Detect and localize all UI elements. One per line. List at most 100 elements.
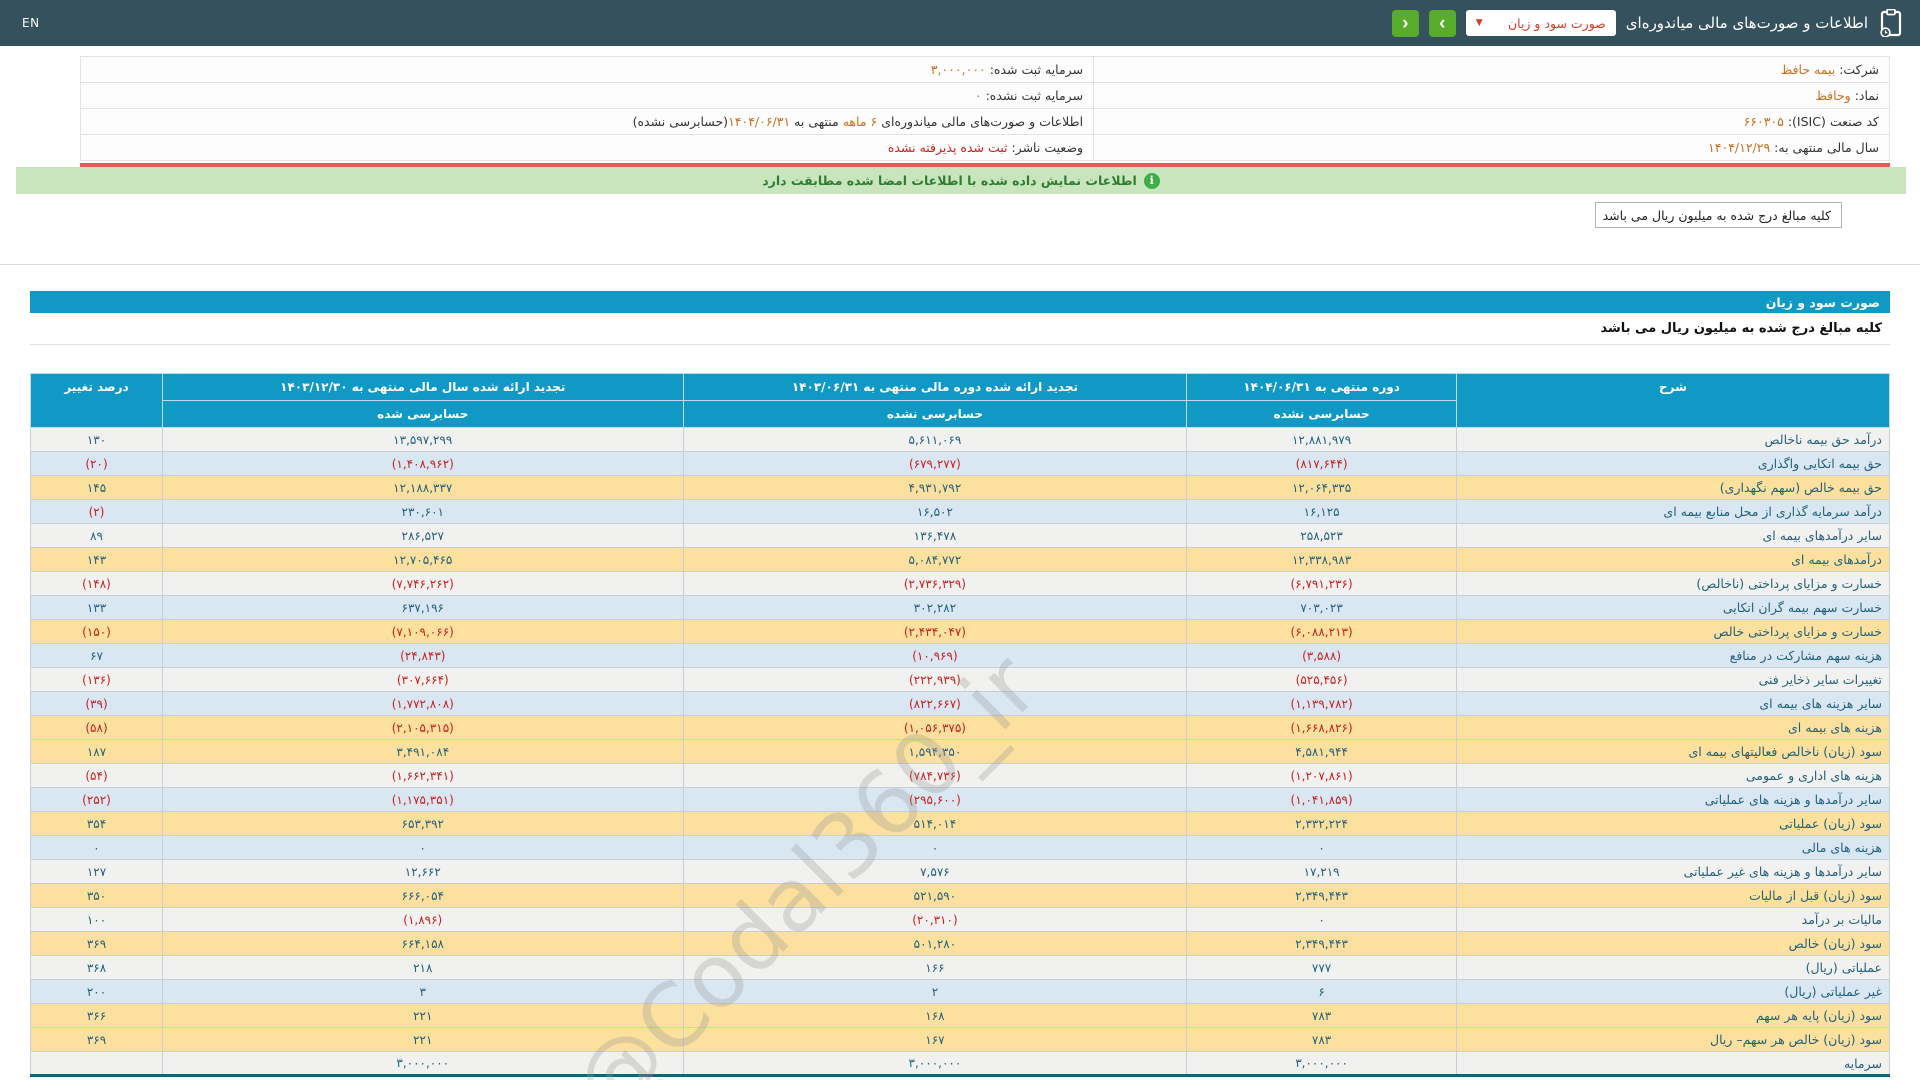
info-label: وضعیت ناشر:: [1007, 140, 1084, 155]
income-statement-table: شرح دوره منتهی به ۱۴۰۴/۰۶/۳۱ تجدید ارائه…: [29, 373, 1891, 1077]
value-cell: ۵,۶۱۱,۰۶۹: [682, 427, 1188, 452]
cell-number: ۳,۰۰۰,۰۰۰: [1295, 1056, 1348, 1070]
signature-notice-text: اطلاعات نمایش داده شده با اطلاعات امضا ش…: [762, 173, 1137, 188]
value-cell: (۱,۸۹۶): [162, 907, 684, 932]
value-cell: (۳۰۷,۶۶۴): [162, 667, 684, 692]
cell-number: ۱۲,۳۳۸,۹۸۳: [1291, 552, 1352, 567]
value-cell: ۱۲,۰۶۴,۳۳۵: [1186, 475, 1457, 500]
row-label: خسارت سهم بیمه گران اتکایی: [1455, 595, 1891, 620]
cell-number: (۷۸۴,۷۳۶): [908, 768, 961, 783]
info-value: ۱۴۰۴/۱۲/۲۹: [1708, 140, 1771, 155]
value-cell: ۲,۳۴۹,۴۴۳: [1186, 931, 1457, 956]
table-row: هزینه های بیمه ای (۱,۶۶۸,۸۲۶) (۱,۰۵۶,۳۷۵) (…: [29, 715, 1891, 740]
percent-change-cell: (۲۰): [29, 451, 164, 476]
cell-number: ۱۳۳: [86, 600, 107, 615]
col-header-description: شرح: [1455, 373, 1891, 428]
row-label: مالیات بر درآمد: [1455, 907, 1891, 932]
cell-number: (۲۴,۸۴۳): [400, 648, 446, 663]
percent-change-cell: [29, 1051, 164, 1076]
row-label: سرمایه: [1455, 1051, 1891, 1076]
value-cell: ۱۳,۵۹۷,۲۹۹: [162, 427, 684, 452]
table-row: سود (زیان) قبل از مالیات ۲,۳۴۹,۴۴۳ ۵۲۱,۵۹۰…: [29, 883, 1891, 908]
company-info-cell: سرمایه ثبت شده: ۳,۰۰۰,۰۰۰: [79, 56, 1095, 83]
income-statement-body: درآمد حق بیمه ناخالص ۱۲,۸۸۱,۹۷۹ ۵,۶۱۱,۰۶۹ ۱…: [29, 427, 1891, 1076]
value-cell: ۵۱۴,۰۱۴: [682, 811, 1188, 836]
value-cell: (۱,۰۵۶,۳۷۵): [682, 715, 1188, 740]
cell-number: (۵۲۵,۴۵۶): [1295, 672, 1348, 687]
cell-number: ۳۰۲,۲۸۲: [913, 600, 957, 615]
previous-report-button[interactable]: ‹: [1391, 9, 1419, 37]
cell-number: (۲۹۵,۶۰۰): [908, 792, 961, 807]
info-icon: i: [1143, 172, 1160, 189]
cell-number: ۳۵۰: [86, 888, 107, 903]
company-info-table: شرکت: بیمه حافظ سرمایه ثبت شده: ۳,۰۰۰,۰۰۰…: [79, 56, 1890, 161]
col-header-percent-change: درصد تغییر: [29, 373, 164, 428]
cell-number: ۳۶۹: [86, 936, 107, 951]
value-cell: ۳,۰۰۰,۰۰۰: [682, 1051, 1188, 1076]
row-label: سایر درآمدها و هزینه های عملیاتی: [1455, 787, 1891, 812]
value-cell: ۱۲,۶۶۲: [162, 859, 684, 884]
info-value: ۰: [974, 88, 982, 103]
value-cell: (۱,۰۴۱,۸۵۹): [1186, 787, 1457, 812]
info-value: ۱۴۰۴/۰۶/۳۱: [728, 114, 791, 129]
table-row: هزینه سهم مشارکت در منافع (۳,۵۸۸) (۱۰,۹۶۹)…: [29, 643, 1891, 668]
row-label: سود (زیان) خالص هر سهم– ریال: [1455, 1027, 1891, 1052]
value-cell: (۸۱۷,۶۴۴): [1186, 451, 1457, 476]
percent-change-cell: ۳۶۸: [29, 955, 164, 980]
row-label: سود (زیان) پایه هر سهم: [1455, 1003, 1891, 1028]
cell-number: (۳۹): [85, 696, 108, 711]
info-label: کد صنعت (ISIC):: [1783, 114, 1879, 129]
table-row: سایر درآمدها و هزینه های غیر عملیاتی ۱۷,۲…: [29, 859, 1891, 884]
row-label: سود (زیان) خالص: [1455, 931, 1891, 956]
row-label: غیر عملیاتی (ریال): [1455, 979, 1891, 1004]
chevron-down-icon: ▼: [1475, 18, 1483, 28]
table-row: حق بیمه خالص (سهم نگهداری) ۱۲,۰۶۴,۳۳۵ ۴,۹۳…: [29, 475, 1891, 500]
cell-number: ۲۵۸,۵۲۳: [1300, 528, 1343, 543]
cell-number: (۲۲۲,۹۳۹): [908, 672, 961, 687]
row-label: درآمد حق بیمه ناخالص: [1455, 427, 1891, 452]
percent-change-cell: (۵۸): [29, 715, 164, 740]
cell-number: ۶۵۳,۳۹۲: [401, 816, 445, 831]
value-cell: ۱۲,۳۳۸,۹۸۳: [1186, 547, 1457, 572]
row-label: سود (زیان) ناخالص فعالیتهای بیمه ای: [1455, 739, 1891, 764]
next-report-button[interactable]: ›: [1428, 9, 1456, 37]
cell-number: ۱۲,۷۰۵,۴۶۵: [393, 552, 453, 567]
unit-note-box: کلیه مبالغ درج شده به میلیون ریال می باش…: [1595, 202, 1842, 228]
value-cell: (۲,۱۰۵,۳۱۵): [162, 715, 684, 740]
value-cell: ۰: [1186, 835, 1457, 860]
statement-unit-note: کلیه مبالغ درج شده به میلیون ریال می باش…: [30, 313, 1890, 345]
cell-number: ۶: [1318, 984, 1325, 999]
table-row: درآمدهای بیمه ای ۱۲,۳۳۸,۹۸۳ ۵,۰۸۴,۷۷۲ ۱۲,۷۰…: [29, 547, 1891, 572]
info-label: (حسابرسی نشده): [632, 114, 729, 129]
row-label: هزینه های بیمه ای: [1455, 715, 1891, 740]
cell-number: ۱۶,۱۲۵: [1303, 504, 1340, 519]
unit-note-row: کلیه مبالغ درج شده به میلیون ریال می باش…: [0, 194, 1920, 228]
value-cell: ۳۰۲,۲۸۲: [682, 595, 1188, 620]
cell-number: ۰: [931, 840, 939, 855]
cell-number: (۲۰): [85, 456, 108, 471]
cell-number: ۱۶۸: [925, 1008, 945, 1023]
cell-number: ۴,۹۳۱,۷۹۲: [908, 480, 962, 495]
report-type-dropdown[interactable]: صورت سود و زیان ▼: [1465, 10, 1616, 36]
cell-number: ۱۲,۰۶۴,۳۳۵: [1291, 480, 1352, 495]
cell-number: ۲,۳۴۹,۴۴۳: [1295, 936, 1348, 951]
row-label: هزینه های مالی: [1455, 835, 1891, 860]
value-cell: ۷۸۳: [1186, 1003, 1457, 1028]
info-value: بیمه حافظ: [1780, 62, 1836, 77]
table-row: هزینه های اداری و عمومی (۱,۲۰۷,۸۶۱) (۷۸۴,۷…: [29, 763, 1891, 788]
value-cell: (۲۴,۸۴۳): [162, 643, 684, 668]
value-cell: ۷۰۳,۰۲۳: [1186, 595, 1457, 620]
language-switch-en[interactable]: EN: [22, 16, 40, 30]
col-header-restated-year-1403-12: تجدید ارائه شده سال مالی منتهی به ۱۴۰۳/۱…: [162, 373, 684, 401]
value-cell: ۲,۳۴۹,۴۴۳: [1186, 883, 1457, 908]
cell-number: ۳۶۹: [86, 1032, 107, 1047]
value-cell: ۷۷۷: [1186, 955, 1457, 980]
cell-number: (۱,۱۳۹,۷۸۲): [1290, 696, 1353, 711]
table-row: عملیاتی (ریال) ۷۷۷ ۱۶۶ ۲۱۸ ۳۶۸: [29, 955, 1891, 980]
cell-number: ۵,۶۱۱,۰۶۹: [908, 432, 962, 447]
row-label: درآمد سرمایه گذاری از محل منابع بیمه ای: [1455, 499, 1891, 524]
row-label: حق بیمه خالص (سهم نگهداری): [1455, 475, 1891, 500]
cell-number: (۱,۲۰۷,۸۶۱): [1290, 768, 1353, 783]
percent-change-cell: ۱۲۷: [29, 859, 164, 884]
value-cell: ۵,۰۸۴,۷۷۲: [682, 547, 1188, 572]
